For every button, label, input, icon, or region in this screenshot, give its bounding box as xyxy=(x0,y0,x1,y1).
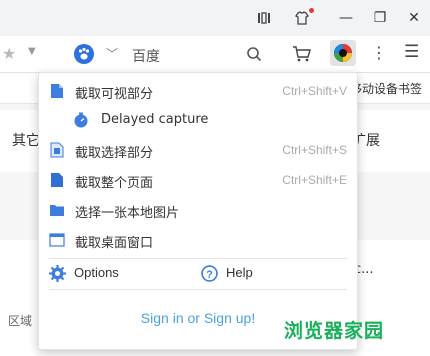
help-label: Help xyxy=(226,265,253,280)
menu-item-local-image[interactable]: 选择一张本地图片 xyxy=(39,195,357,225)
menu-item-capture-full-page[interactable]: 截取整个页面 Ctrl+Shift+E xyxy=(39,165,357,195)
engine-dropdown-icon[interactable]: ﹀ xyxy=(106,45,118,62)
cart-icon[interactable] xyxy=(292,45,312,63)
star-icon[interactable]: ★ xyxy=(2,44,16,63)
screenshot-popup-menu: 截取可视部分 Ctrl+Shift+V Delayed capture 截取选择… xyxy=(38,72,358,350)
menu-item-label: 截取桌面窗口 xyxy=(75,236,154,251)
title-bar: — ❐ ✕ xyxy=(0,0,430,36)
menu-icon[interactable]: ☰ xyxy=(404,42,419,62)
menu-separator xyxy=(49,289,347,290)
menu-item-capture-visible[interactable]: 截取可视部分 Ctrl+Shift+V xyxy=(39,76,357,106)
menu-item-label: 选择一张本地图片 xyxy=(75,206,180,221)
close-button[interactable]: ✕ xyxy=(404,8,424,28)
tab-other[interactable]: 其它 xyxy=(12,130,40,150)
more-icon[interactable]: ⋮ xyxy=(371,43,387,62)
menu-item-label: Delayed capture xyxy=(101,112,209,127)
menu-item-delayed-capture[interactable]: Delayed capture xyxy=(39,105,357,135)
menu-item-capture-selection[interactable]: 截取选择部分 Ctrl+Shift+S xyxy=(39,135,357,165)
options-label: Options xyxy=(74,265,119,280)
search-engine-label: 百度 xyxy=(132,49,160,65)
chevron-down-icon[interactable]: ▼ xyxy=(28,46,36,57)
menu-item-label: 截取整个页面 xyxy=(75,176,154,191)
gear-icon xyxy=(49,265,66,282)
skin-icon[interactable] xyxy=(292,8,314,28)
notification-dot xyxy=(309,8,314,13)
search-box[interactable]: ﹀ 百度 xyxy=(66,40,276,68)
full-page-icon xyxy=(51,173,63,187)
options-button[interactable]: Options xyxy=(49,262,179,286)
folder-icon xyxy=(50,205,64,216)
menu-item-shortcut: Ctrl+Shift+V xyxy=(282,84,347,98)
document-icon xyxy=(51,84,63,98)
menu-item-label: 截取选择部分 xyxy=(75,146,154,161)
region-label: 区域 xyxy=(8,314,33,328)
menu-item-desktop-window[interactable]: 截取桌面窗口 xyxy=(39,225,357,255)
reader-mode-icon[interactable] xyxy=(254,8,274,28)
toolbar: ★ ▼ ﹀ 百度 ⋮ ☰ xyxy=(0,36,430,73)
menu-item-shortcut: Ctrl+Shift+S xyxy=(282,143,347,157)
watermark-text: 浏览器家园 xyxy=(284,320,385,342)
baidu-paw-icon xyxy=(74,44,94,64)
menu-separator xyxy=(49,258,347,259)
search-icon[interactable] xyxy=(246,46,262,62)
help-icon: ? xyxy=(201,265,218,282)
restore-button[interactable]: ❐ xyxy=(370,8,390,28)
timer-icon xyxy=(74,112,88,128)
help-button[interactable]: ? Help xyxy=(201,262,331,286)
minimize-button[interactable]: — xyxy=(336,8,356,28)
window-icon xyxy=(49,233,65,247)
menu-item-shortcut: Ctrl+Shift+E xyxy=(282,173,347,187)
selection-document-icon xyxy=(50,142,64,158)
menu-item-label: 截取可视部分 xyxy=(75,87,154,102)
screenshot-extension-button[interactable] xyxy=(330,40,356,66)
svg-text:?: ? xyxy=(206,269,212,281)
bookmark-mobile-devices[interactable]: 移动设备书签 xyxy=(350,80,422,97)
camera-lens-icon xyxy=(334,44,352,62)
